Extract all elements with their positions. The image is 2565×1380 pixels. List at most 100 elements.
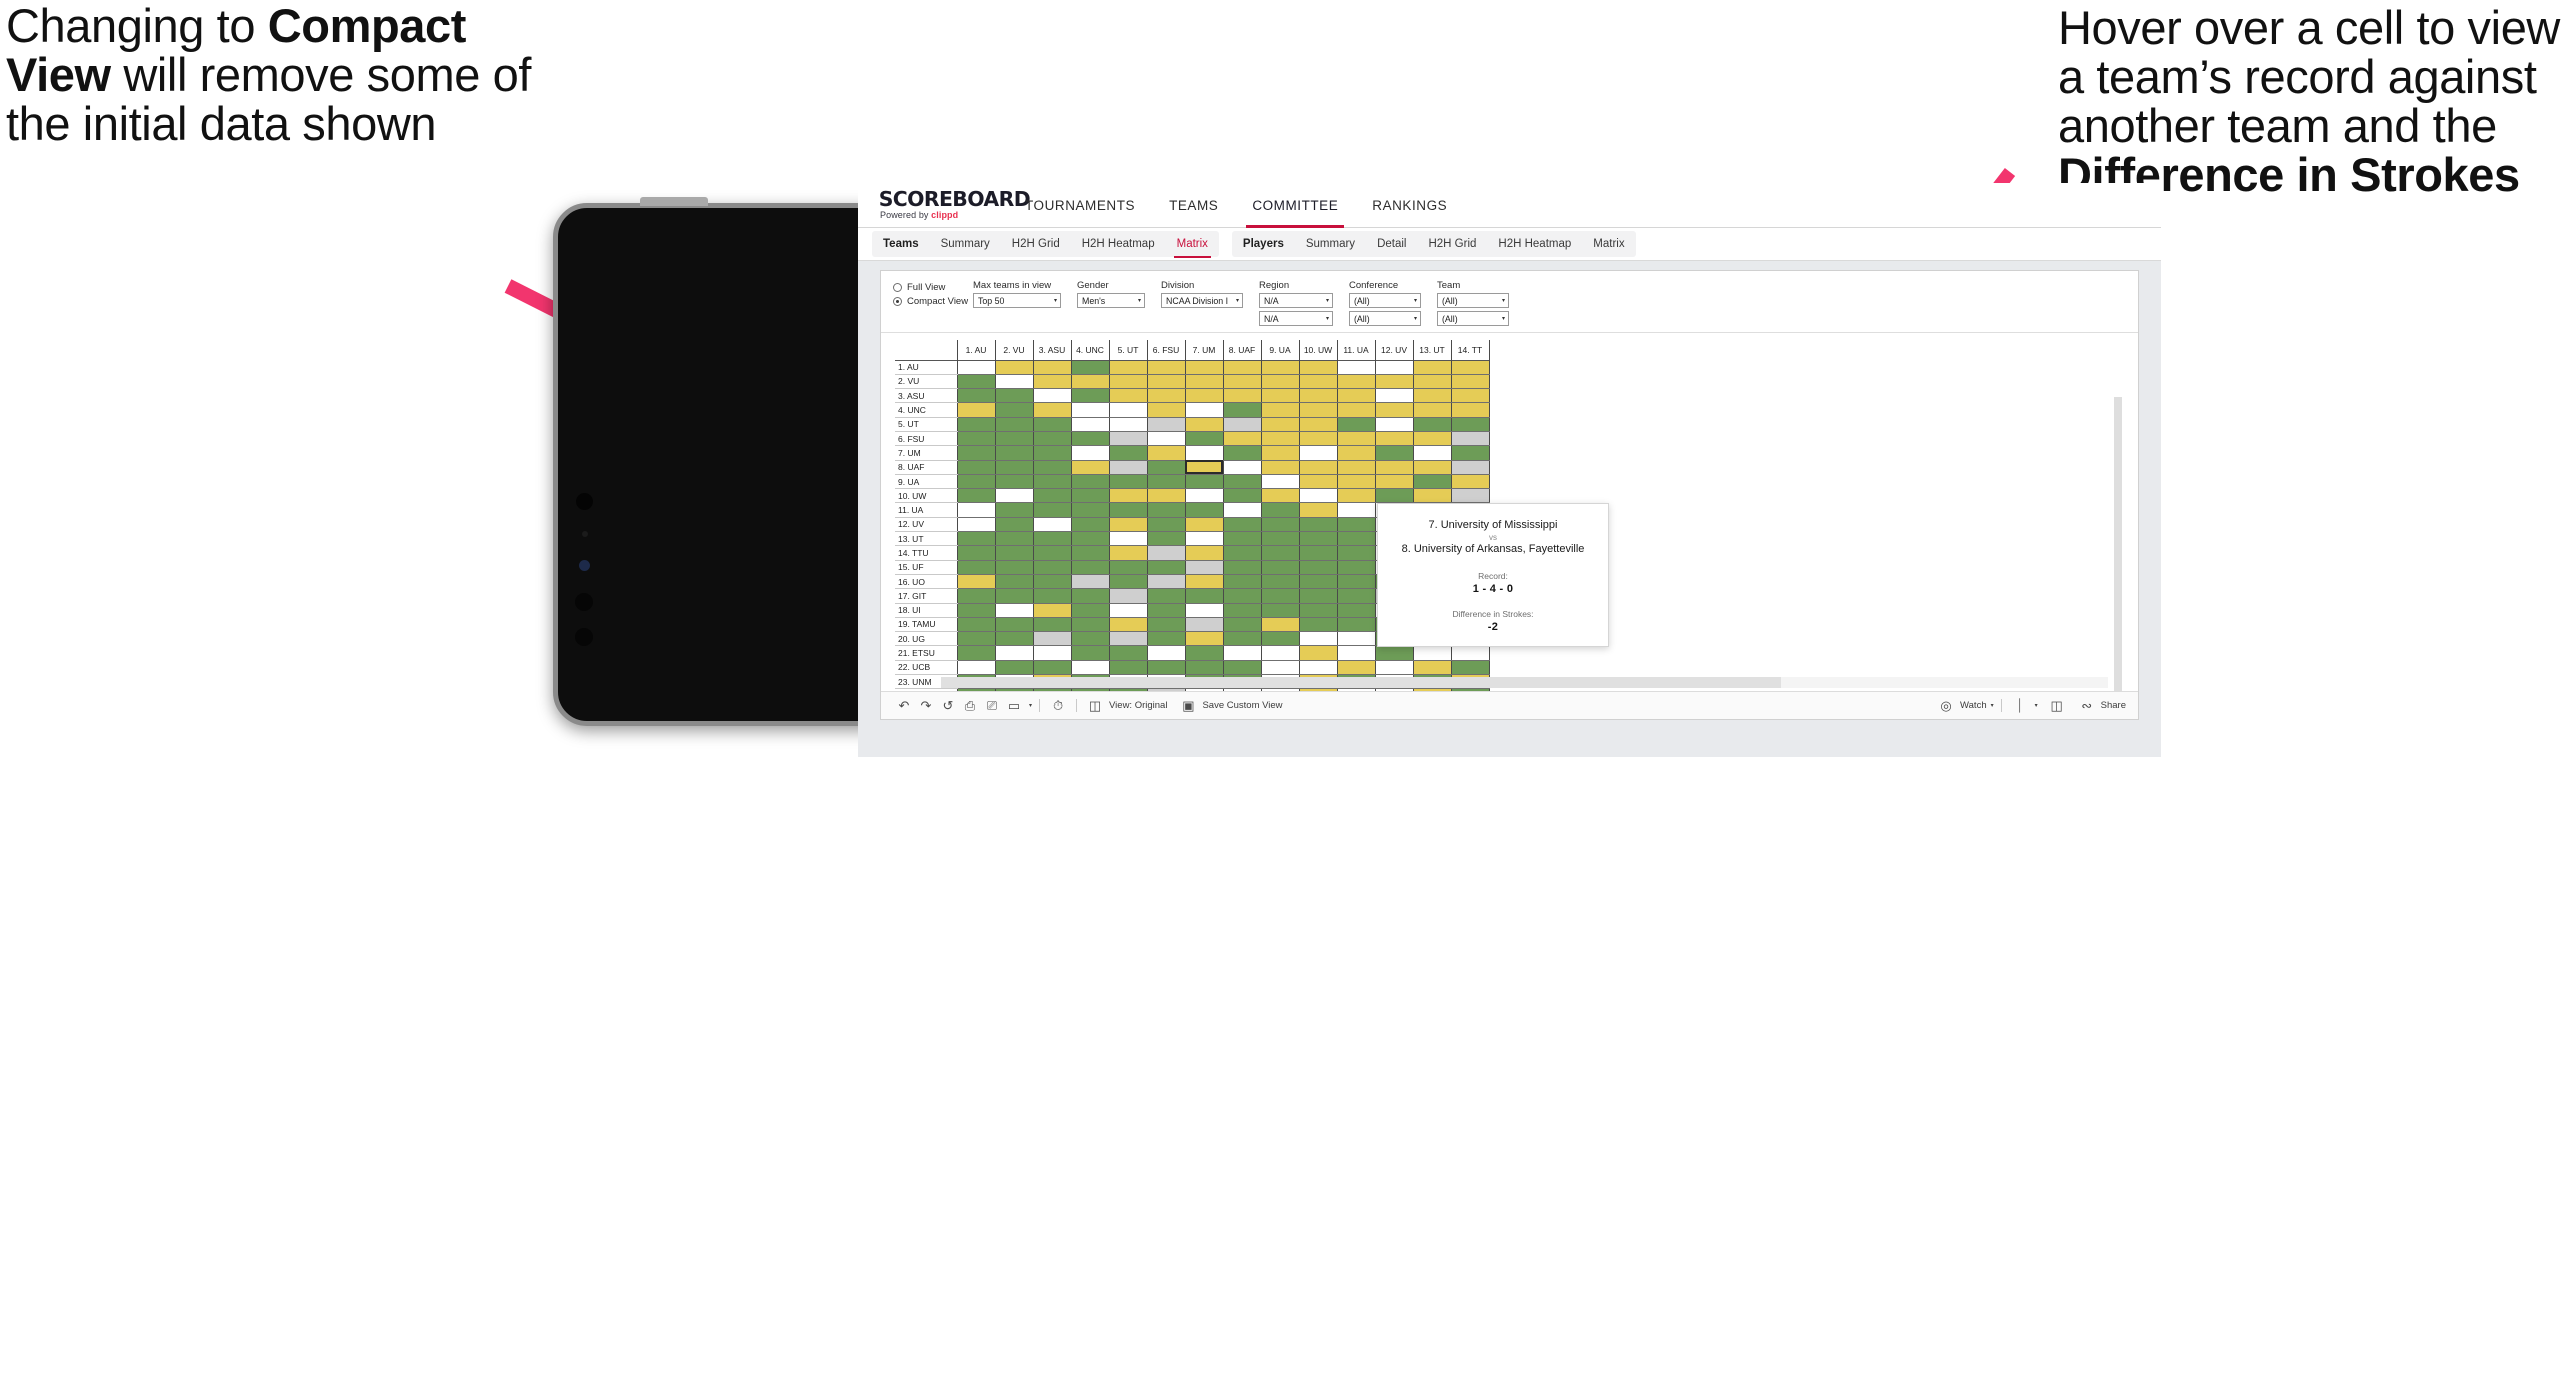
matrix-cell[interactable] (1146, 460, 1186, 475)
fullscreen-icon[interactable]: ◫ (2046, 699, 2068, 712)
matrix-cell[interactable] (956, 631, 996, 647)
matrix-cell[interactable] (1260, 417, 1300, 432)
subnav-tab-detail[interactable]: Detail (1366, 231, 1417, 257)
matrix-cell[interactable] (1070, 488, 1110, 504)
matrix-cell[interactable] (994, 374, 1034, 390)
matrix-cell[interactable] (1450, 402, 1490, 418)
matrix-cell[interactable] (956, 588, 996, 604)
matrix-cell[interactable] (1260, 517, 1300, 533)
matrix-cell[interactable] (1222, 431, 1262, 447)
matrix-cell[interactable] (1032, 531, 1072, 547)
matrix-cell[interactable] (1108, 603, 1148, 618)
matrix-cell[interactable] (994, 417, 1034, 432)
matrix-cell[interactable] (1222, 574, 1262, 590)
matrix-cell[interactable] (1108, 388, 1148, 404)
matrix-cell[interactable] (994, 445, 1034, 461)
matrix-cell[interactable] (1184, 374, 1224, 390)
matrix-cell[interactable] (1146, 645, 1186, 661)
matrix-cell[interactable] (994, 460, 1034, 475)
matrix-cell[interactable] (1374, 488, 1414, 504)
matrix-cell[interactable] (1108, 617, 1148, 633)
volume-down-button[interactable] (575, 628, 593, 646)
matrix-cell[interactable] (1298, 603, 1338, 618)
matrix-cell[interactable] (1032, 388, 1072, 404)
matrix-cell[interactable] (956, 431, 996, 447)
matrix-cell[interactable] (1108, 645, 1148, 661)
matrix-cell[interactable] (1450, 660, 1490, 676)
matrix-cell[interactable] (956, 417, 996, 432)
matrix-cell[interactable] (1146, 417, 1186, 432)
matrix-cell[interactable] (994, 645, 1034, 661)
matrix-cell[interactable] (1336, 631, 1376, 647)
refresh-icon[interactable]: ⎙ (959, 699, 981, 712)
matrix-cell[interactable] (1336, 502, 1376, 518)
matrix-cell[interactable] (1260, 431, 1300, 447)
matrix-cell[interactable] (1108, 660, 1148, 676)
matrix-cell[interactable] (1298, 645, 1338, 661)
matrix-cell[interactable] (1222, 645, 1262, 661)
matrix-cell[interactable] (1222, 588, 1262, 604)
matrix-cell[interactable] (1374, 360, 1414, 375)
matrix-cell[interactable] (956, 402, 996, 418)
matrix-cell[interactable] (1298, 417, 1338, 432)
matrix-cell[interactable] (1450, 445, 1490, 461)
matrix-cell[interactable] (1260, 445, 1300, 461)
matrix-cell[interactable] (1450, 474, 1490, 490)
matrix-cell[interactable] (956, 502, 996, 518)
matrix-cell[interactable] (1108, 545, 1148, 561)
matrix-cell[interactable] (1146, 431, 1186, 447)
matrix-cell[interactable] (994, 474, 1034, 490)
matrix-cell[interactable] (1184, 445, 1224, 461)
matrix-cell[interactable] (1032, 445, 1072, 461)
matrix-cell[interactable] (994, 545, 1034, 561)
matrix-cell[interactable] (1222, 531, 1262, 547)
matrix-cell[interactable] (956, 603, 996, 618)
matrix-cell[interactable] (1260, 645, 1300, 661)
matrix-cell[interactable] (1260, 360, 1300, 375)
matrix-cell[interactable] (1070, 431, 1110, 447)
matrix-cell[interactable] (1146, 631, 1186, 647)
matrix-cell[interactable] (1298, 588, 1338, 604)
matrix-cell[interactable] (1412, 417, 1452, 432)
matrix-cell[interactable] (1298, 488, 1338, 504)
matrix-cell[interactable] (956, 545, 996, 561)
matrix-cell[interactable] (1108, 588, 1148, 604)
matrix-cell[interactable] (1298, 631, 1338, 647)
matrix-cell[interactable] (1184, 617, 1224, 633)
matrix-cell[interactable] (1146, 660, 1186, 676)
nav-item-rankings[interactable]: RANKINGS (1355, 183, 1464, 228)
matrix-cell[interactable] (1184, 574, 1224, 590)
matrix-cell[interactable] (1032, 560, 1072, 575)
horizontal-scrollbar-thumb[interactable] (941, 677, 1782, 689)
matrix-cell[interactable] (1032, 417, 1072, 432)
matrix-cell[interactable] (1070, 388, 1110, 404)
matrix-cell[interactable] (1070, 531, 1110, 547)
matrix-cell[interactable] (1222, 417, 1262, 432)
matrix-cell[interactable] (1070, 545, 1110, 561)
matrix-cell[interactable] (1336, 402, 1376, 418)
matrix-cell[interactable] (1146, 531, 1186, 547)
matrix-cell[interactable] (1032, 617, 1072, 633)
redo-icon[interactable]: ↷ (915, 699, 937, 712)
matrix-cell[interactable] (1336, 545, 1376, 561)
matrix-cell[interactable] (956, 517, 996, 533)
matrix-cell[interactable] (1412, 445, 1452, 461)
view-original-button[interactable]: ◫ View: Original (1084, 699, 1168, 712)
matrix-cell[interactable] (1222, 474, 1262, 490)
matrix-cell[interactable] (1070, 374, 1110, 390)
matrix-cell[interactable] (1184, 488, 1224, 504)
matrix-cell[interactable] (1260, 560, 1300, 575)
matrix-cell[interactable] (1450, 645, 1490, 661)
matrix-cell[interactable] (1260, 617, 1300, 633)
matrix-cell[interactable] (956, 488, 996, 504)
matrix-cell[interactable] (1184, 588, 1224, 604)
matrix-cell[interactable] (1336, 488, 1376, 504)
matrix-cell[interactable] (1298, 360, 1338, 375)
matrix-cell[interactable] (1222, 460, 1262, 475)
matrix-cell[interactable] (1336, 517, 1376, 533)
matrix-cell[interactable] (1184, 531, 1224, 547)
matrix-cell[interactable] (1184, 631, 1224, 647)
matrix-cell[interactable] (1108, 574, 1148, 590)
matrix-cell[interactable] (1184, 502, 1224, 518)
matrix-cell[interactable] (1260, 631, 1300, 647)
